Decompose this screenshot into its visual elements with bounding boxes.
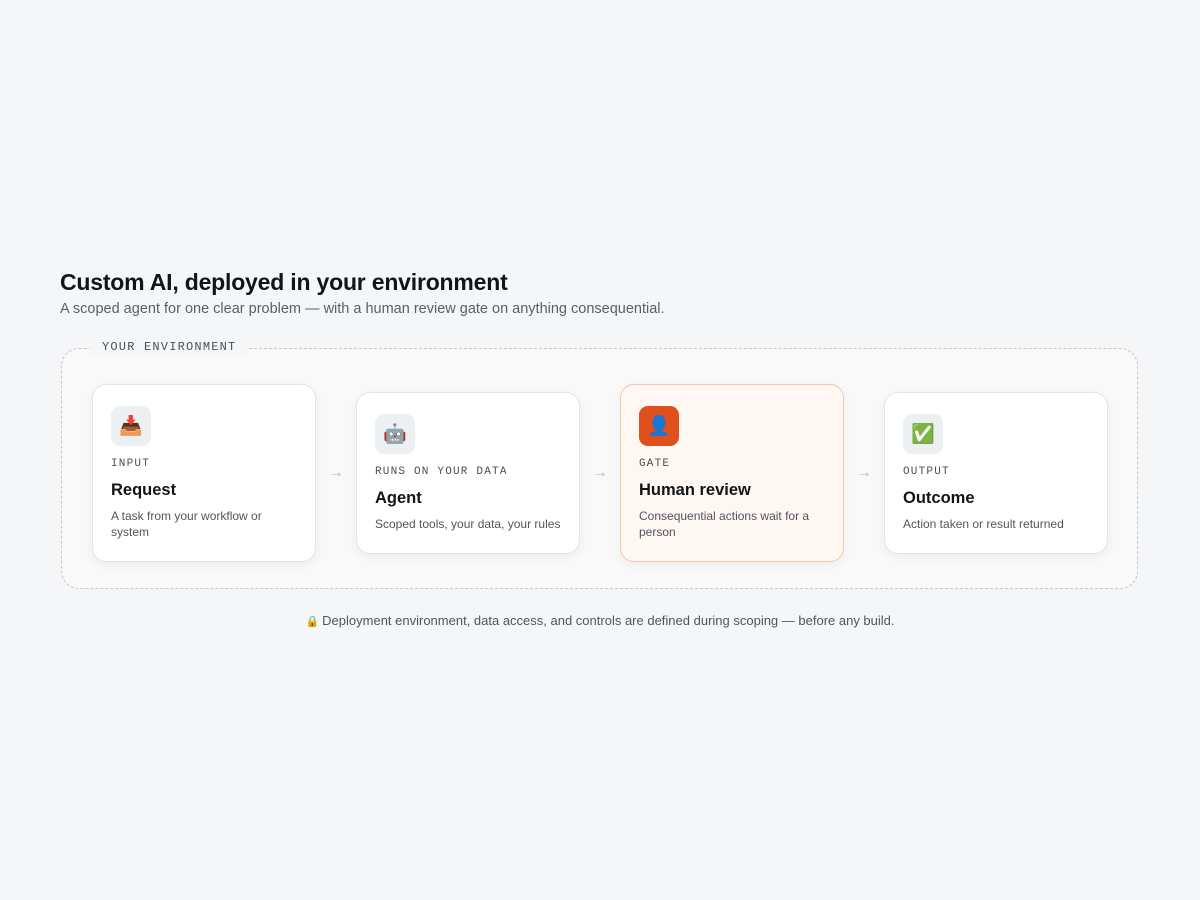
step-card-gate: 👤 GATE Human review Consequential action… [620,384,844,562]
environment-label: YOUR ENVIRONMENT [90,337,249,357]
step-description: Consequential actions wait for a person [639,509,810,539]
inbox-tray-icon: 📥 [111,406,151,446]
arrow-icon: → [328,464,344,481]
step-title: Outcome [903,489,975,507]
footnote-text: Deployment environment, data access, and… [322,613,895,628]
page-subtitle: A scoped agent for one clear problem — w… [60,301,665,317]
step-card-input: 📥 INPUT Request A task from your workflo… [92,384,316,562]
step-description: A task from your workflow or system [111,509,262,539]
check-mark-icon: ✅ [903,414,943,454]
arrow-icon: → [856,464,872,481]
footnote: 🔒 Deployment environment, data access, an… [0,612,1200,631]
person-icon: 👤 [639,406,679,446]
step-title: Human review [639,481,751,499]
arrow-icon: → [592,464,608,481]
robot-icon: 🤖 [375,414,415,454]
step-title: Request [111,481,177,499]
page: Custom AI, deployed in your environment … [0,0,1200,900]
step-card-output: ✅ OUTPUT Outcome Action taken or result … [884,392,1108,554]
step-card-agent: 🤖 RUNS ON YOUR DATA Agent Scoped tools, … [356,392,580,554]
header: Custom AI, deployed in your environment … [60,268,665,319]
lock-icon: 🔒 [305,616,320,628]
step-eyebrow: OUTPUT [903,466,950,478]
step-description: Scoped tools, your data, your rules [375,517,561,531]
step-title: Agent [375,489,422,507]
step-eyebrow: INPUT [111,458,151,470]
page-title: Custom AI, deployed in your environment [60,269,508,295]
step-eyebrow: RUNS ON YOUR DATA [375,466,508,478]
step-eyebrow: GATE [639,458,671,470]
step-description: Action taken or result returned [903,517,1064,531]
